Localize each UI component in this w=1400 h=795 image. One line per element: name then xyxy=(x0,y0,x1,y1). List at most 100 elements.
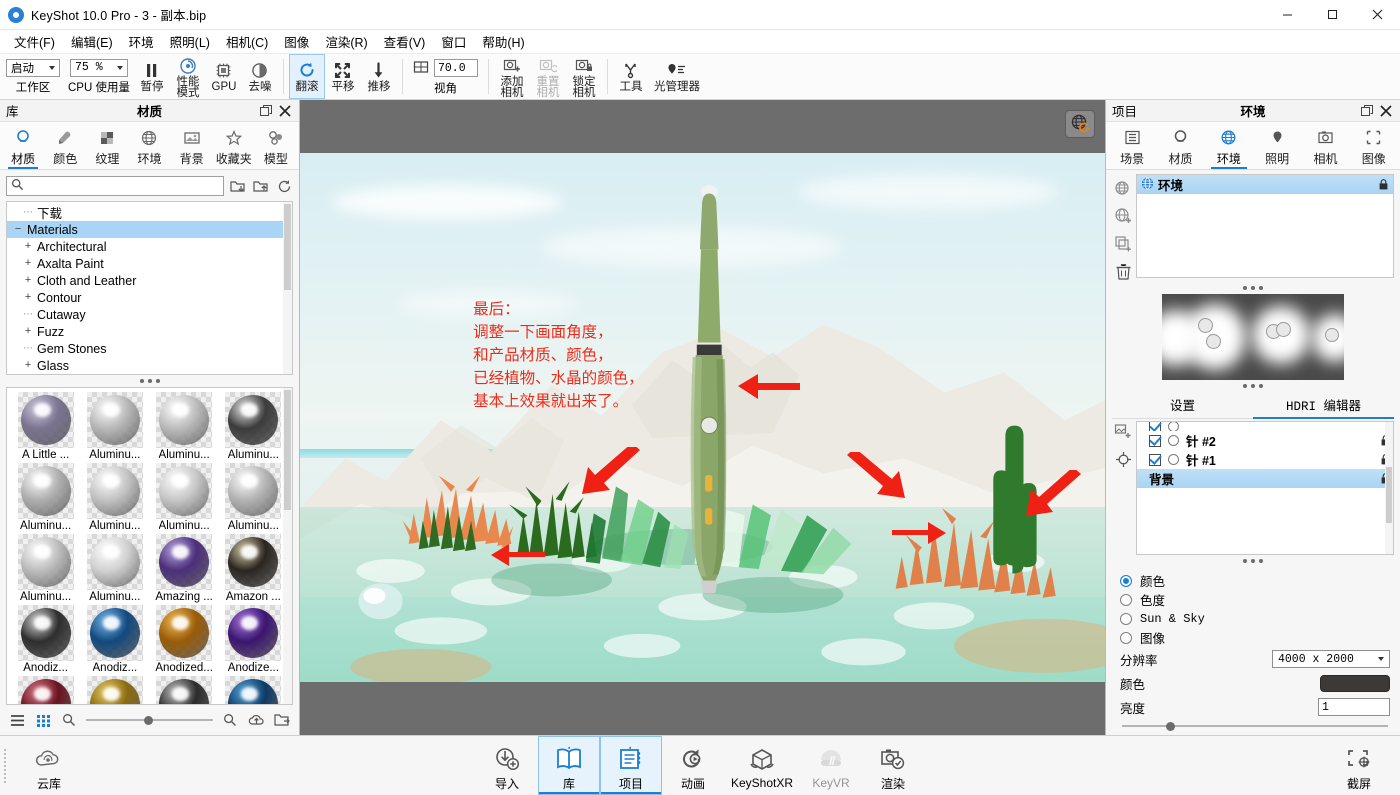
material-thumbnail[interactable]: Aluminu... xyxy=(219,463,288,534)
lock-icon[interactable] xyxy=(1377,179,1389,190)
material-thumbnail[interactable]: Anodiz... xyxy=(80,605,149,676)
project-tab-environment[interactable]: 环境 xyxy=(1205,122,1253,169)
library-tree-item[interactable]: ⋯Cutaway xyxy=(7,306,292,323)
library-tab-backplates[interactable]: 背景 xyxy=(171,122,213,169)
menu-help[interactable]: 帮助(H) xyxy=(474,29,532,54)
add-camera-button[interactable]: 添加 相机 xyxy=(494,54,530,99)
search-input[interactable] xyxy=(28,180,219,192)
library-tree-item[interactable]: +Contour xyxy=(7,289,292,306)
library-tree-item[interactable]: ⋯Gem Stones xyxy=(7,340,292,357)
color-swatch[interactable] xyxy=(1320,675,1390,692)
material-thumbnail[interactable]: Aluminu... xyxy=(80,392,149,463)
library-tab-favorites[interactable]: 收藏夹 xyxy=(213,122,255,169)
brightness-slider[interactable] xyxy=(1120,719,1390,733)
pause-button[interactable]: 暂停 xyxy=(134,54,170,99)
env-mode-chroma[interactable]: 色度 xyxy=(1120,590,1390,609)
search-box[interactable] xyxy=(6,176,224,196)
menu-image[interactable]: 图像 xyxy=(276,29,317,54)
library-tree[interactable]: ⋯下载−Materials+Architectural+Axalta Paint… xyxy=(6,201,293,375)
material-thumbnail[interactable] xyxy=(80,676,149,705)
expand-icon[interactable]: + xyxy=(21,275,35,287)
hdri-pin-2[interactable] xyxy=(1206,334,1221,349)
add-pin-icon[interactable] xyxy=(1113,421,1133,441)
environment-list-item[interactable]: 环境 xyxy=(1137,175,1393,194)
delete-icon[interactable] xyxy=(1113,262,1133,282)
duplicate-environment-icon[interactable] xyxy=(1113,234,1133,254)
material-thumbnail[interactable]: Anodize... xyxy=(219,605,288,676)
hdri-pin-row[interactable]: 针 #1 xyxy=(1137,450,1393,469)
project-tab-scene[interactable]: 场景 xyxy=(1108,122,1156,169)
dock-animation-button[interactable]: 动画 xyxy=(662,736,724,795)
dock-library-button[interactable]: 库 xyxy=(538,736,600,795)
resolution-select[interactable]: 4000 x 2000 xyxy=(1272,650,1390,668)
menu-lighting[interactable]: 照明(L) xyxy=(162,29,218,54)
tools-button[interactable]: 工具 xyxy=(613,54,649,99)
project-tab-material[interactable]: 材质 xyxy=(1156,122,1204,169)
collapse-icon[interactable]: − xyxy=(11,224,25,236)
project-tab-lighting[interactable]: 照明 xyxy=(1253,122,1301,169)
hdri-pin-5[interactable] xyxy=(1325,328,1339,342)
library-tree-item[interactable]: +Glass xyxy=(7,357,292,374)
env-mode-color[interactable]: 颜色 xyxy=(1120,571,1390,590)
thumbnail-size-slider[interactable] xyxy=(86,712,213,728)
orbit-button[interactable]: 翻滚 xyxy=(289,54,325,99)
zoom-in-icon[interactable] xyxy=(221,711,239,729)
dock-keyvr-button[interactable]: KeyVR xyxy=(800,736,862,795)
menu-render[interactable]: 渲染(R) xyxy=(317,29,375,54)
leaf-icon[interactable]: ⋯ xyxy=(21,309,35,320)
material-thumbnail[interactable]: Aluminu... xyxy=(219,392,288,463)
radio-chroma[interactable] xyxy=(1120,594,1132,606)
material-grid[interactable]: A Little ...Aluminu...Aluminu...Aluminu.… xyxy=(6,387,293,705)
env-mode-sunsky[interactable]: Sun & Sky xyxy=(1120,609,1390,628)
radio-image[interactable] xyxy=(1120,632,1132,644)
subtab-hdri-editor[interactable]: HDRI 编辑器 xyxy=(1253,392,1394,418)
grid-view-icon[interactable] xyxy=(34,711,52,729)
minimize-button[interactable] xyxy=(1265,0,1310,30)
radio-button[interactable] xyxy=(1168,435,1179,446)
library-tab-environments[interactable]: 环境 xyxy=(128,122,170,169)
hdri-pin-row[interactable]: 背景 xyxy=(1137,469,1393,488)
export-folder-icon[interactable] xyxy=(252,177,270,195)
material-thumbnail[interactable]: Anodized... xyxy=(150,605,219,676)
env-mode-image[interactable]: 图像 xyxy=(1120,628,1390,647)
hdri-preview[interactable] xyxy=(1162,294,1344,380)
light-manager-button[interactable]: 光管理器 xyxy=(649,54,705,99)
render-image[interactable]: 最后： 调整一下画面角度， 和产品材质、颜色， 已经植物、水晶的颜色， 基本上效… xyxy=(300,153,1105,682)
list-view-icon[interactable] xyxy=(8,711,26,729)
library-tab-textures[interactable]: 纹理 xyxy=(86,122,128,169)
menu-window[interactable]: 窗口 xyxy=(433,29,474,54)
pan-button[interactable]: 平移 xyxy=(325,54,361,99)
fov-control[interactable]: 视角 xyxy=(408,54,483,99)
menu-environment[interactable]: 环境 xyxy=(121,29,162,54)
hdri-pin-tree[interactable]: 针 #2针 #1背景 xyxy=(1136,421,1394,555)
denoise-button[interactable]: 去噪 xyxy=(242,54,278,99)
refresh-icon[interactable] xyxy=(275,177,293,195)
fov-input[interactable] xyxy=(434,59,478,77)
checkbox[interactable] xyxy=(1149,454,1161,466)
menu-file[interactable]: 文件(F) xyxy=(6,29,63,54)
performance-mode-button[interactable]: 性能 模式 xyxy=(170,54,206,99)
expand-icon[interactable]: + xyxy=(21,292,35,304)
library-tab-models[interactable]: 模型 xyxy=(255,122,297,169)
subtab-settings[interactable]: 设置 xyxy=(1112,392,1253,418)
maximize-button[interactable] xyxy=(1310,0,1355,30)
dock-render-button[interactable]: 渲染 xyxy=(862,736,924,795)
material-thumbnail[interactable]: Anodiz... xyxy=(11,605,80,676)
leaf-icon[interactable]: ⋯ xyxy=(21,343,35,354)
close-button[interactable] xyxy=(1355,0,1400,30)
cloud-upload-icon[interactable] xyxy=(247,711,265,729)
environment-globe-icon[interactable] xyxy=(1113,178,1133,198)
refresh-environment-button[interactable] xyxy=(1065,110,1095,138)
library-tree-item[interactable]: ⋯下载 xyxy=(7,204,292,221)
material-thumbnail[interactable]: Amazon ... xyxy=(219,534,288,605)
import-folder-icon[interactable] xyxy=(229,177,247,195)
reset-camera-button[interactable]: 重置 相机 xyxy=(530,54,566,99)
hdri-pin-tree-scrollbar[interactable] xyxy=(1385,422,1393,554)
radio-color[interactable] xyxy=(1120,575,1132,587)
menu-camera[interactable]: 相机(C) xyxy=(218,29,276,54)
add-environment-icon[interactable] xyxy=(1113,206,1133,226)
environment-list[interactable]: 环境 xyxy=(1136,174,1394,278)
hdri-pin-1[interactable] xyxy=(1198,318,1213,333)
library-tree-item[interactable]: +Axalta Paint xyxy=(7,255,292,272)
workspace-selector[interactable]: 启动 工作区 xyxy=(2,54,64,99)
